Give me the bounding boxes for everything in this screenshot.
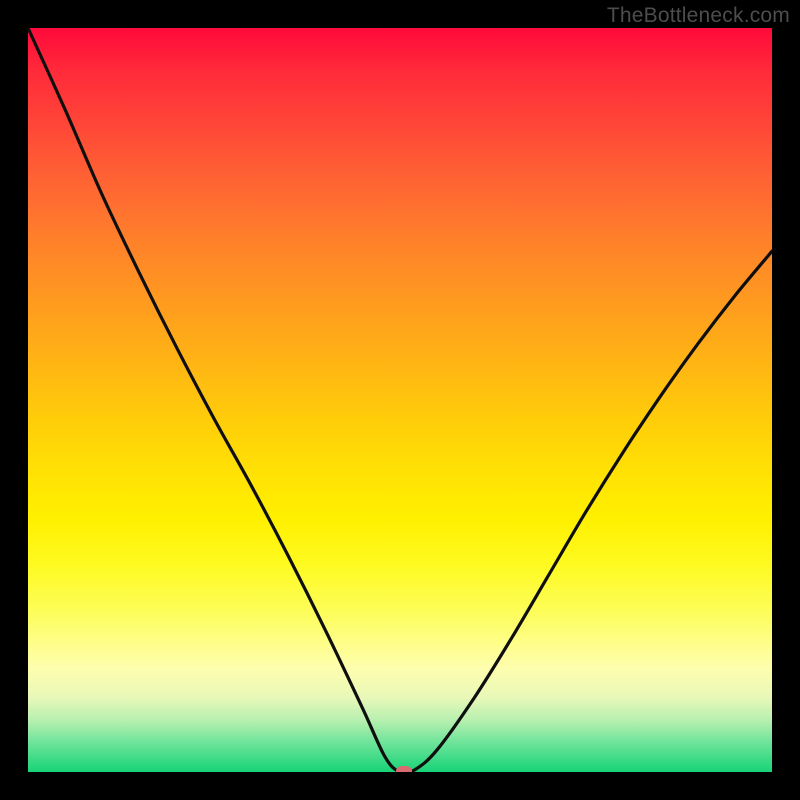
optimum-marker bbox=[396, 766, 412, 772]
watermark-text: TheBottleneck.com bbox=[607, 4, 790, 28]
plot-area bbox=[28, 28, 772, 772]
chart-frame: TheBottleneck.com bbox=[0, 0, 800, 800]
bottleneck-curve bbox=[28, 28, 772, 772]
